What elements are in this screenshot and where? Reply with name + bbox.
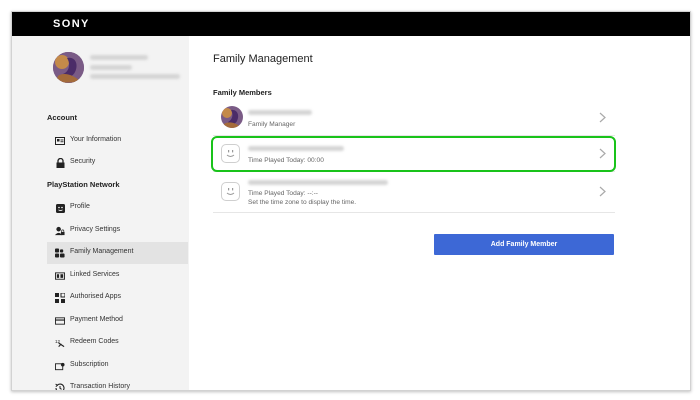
sidebar: Account Your Information Security PlaySt… [12,36,189,390]
sidebar-item-profile[interactable]: Profile [47,197,188,219]
sidebar-item-family-management[interactable]: Family Management [47,242,188,264]
profile-summary [12,36,189,106]
sidebar-item-label: Transaction History [70,383,131,390]
sidebar-item-subscription[interactable]: Subscription [47,355,188,377]
sidebar-item-label: Payment Method [70,316,123,323]
family-members-heading: Family Members [213,88,272,97]
user-avatar [221,106,243,128]
sidebar-item-label: Privacy Settings [70,226,121,233]
profile-face-icon [55,203,65,213]
child-face-icon [221,144,240,163]
section-heading-playstation-network: PlayStation Network [47,180,120,189]
sidebar-item-label: Profile [70,203,90,210]
section-heading-account: Account [47,113,77,122]
blurred-email [90,74,180,79]
add-family-member-button[interactable]: Add Family Member [434,234,614,255]
blurred-member-email [248,180,388,185]
lock-icon [55,158,65,168]
browser-frame: SONY Account Your Information Security P… [11,11,691,391]
history-icon [55,383,65,390]
sidebar-item-label: Family Management [70,248,134,255]
timezone-note: Set the time zone to display the time. [248,199,357,206]
blurred-member-email [248,146,344,151]
time-played-today: Time Played Today: 00:00 [248,157,324,164]
avatar [53,52,84,83]
sidebar-item-label: Authorised Apps [70,293,121,300]
sidebar-item-your-information[interactable]: Your Information [47,130,188,152]
child-face-icon [221,182,240,201]
family-member-row-manager[interactable]: Family Manager [213,100,615,136]
family-member-row-child-2[interactable]: Time Played Today: --:-- Set the time zo… [213,172,615,213]
privacy-icon [55,226,65,236]
apps-icon [55,293,65,303]
sidebar-item-label: Security [70,158,96,165]
main-content: Family Management Family Members Family … [189,36,690,390]
linked-services-icon [55,271,65,281]
sidebar-item-payment-method[interactable]: Payment Method [47,310,188,332]
credit-card-icon [55,316,65,326]
id-card-icon [55,136,65,146]
sidebar-item-security[interactable]: Security [47,152,188,174]
chevron-right-icon [599,186,606,197]
chevron-right-icon [599,148,606,159]
blurred-online-id [90,55,148,60]
member-role: Family Manager [248,121,296,128]
sidebar-item-label: Linked Services [70,271,120,278]
sidebar-item-authorised-apps[interactable]: Authorised Apps [47,287,188,309]
time-played-today: Time Played Today: --:-- [248,190,318,197]
sony-logo[interactable]: SONY [53,18,90,30]
redeem-icon: 12 [55,338,65,348]
page-title: Family Management [213,53,313,65]
subscription-icon [55,361,65,371]
chevron-right-icon [599,112,606,123]
sidebar-item-label: Your Information [70,136,122,143]
sidebar-item-label: Subscription [70,361,109,368]
sidebar-item-label: Redeem Codes [70,338,119,345]
sidebar-item-redeem-codes[interactable]: 12 Redeem Codes [47,332,188,354]
sidebar-item-linked-services[interactable]: Linked Services [47,265,188,287]
family-icon [55,248,65,258]
blurred-name [90,65,132,70]
top-bar: SONY [12,12,690,36]
family-member-row-child-1[interactable]: Time Played Today: 00:00 [213,136,615,172]
blurred-member-id [248,110,312,115]
sidebar-item-privacy-settings[interactable]: Privacy Settings [47,220,188,242]
sidebar-item-transaction-history[interactable]: Transaction History [47,377,188,390]
